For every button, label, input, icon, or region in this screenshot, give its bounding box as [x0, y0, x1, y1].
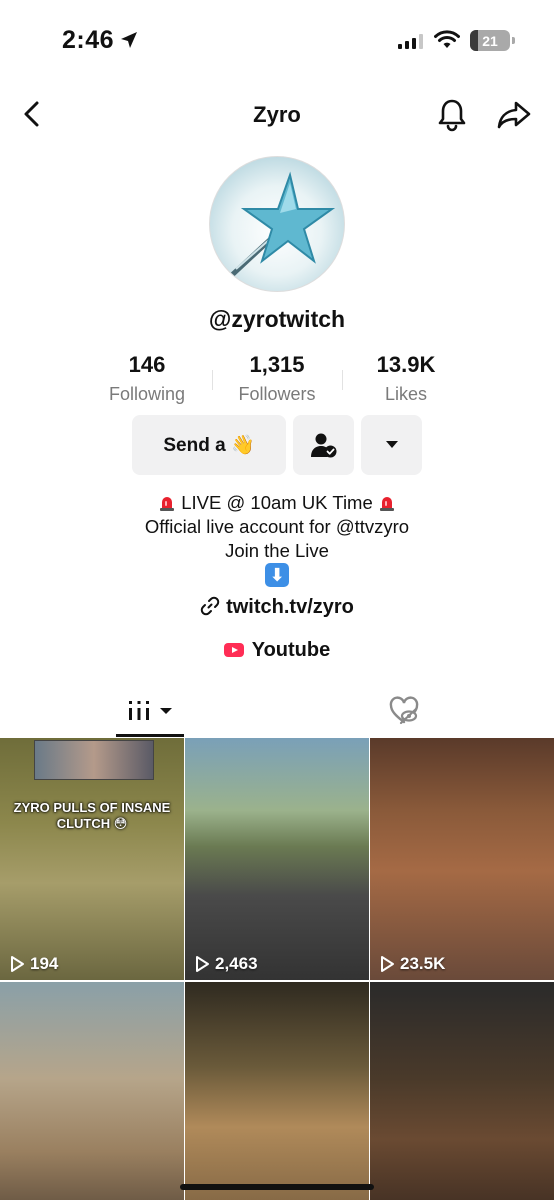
- battery-cap: [512, 37, 515, 44]
- stat-followers[interactable]: 1,315 Followers: [207, 352, 347, 405]
- link-icon: [200, 596, 220, 616]
- tab-videos[interactable]: [116, 686, 184, 736]
- profile-stats: 146 Following 1,315 Followers 13.9K Like…: [0, 352, 554, 412]
- video-tile[interactable]: [0, 982, 184, 1200]
- website-link[interactable]: twitch.tv/zyro: [0, 596, 554, 619]
- bio-line-live: LIVE @ 10am UK Time: [0, 491, 554, 515]
- avatar[interactable]: [209, 156, 345, 292]
- battery-percent: 21: [482, 32, 498, 49]
- send-wave-button[interactable]: Send a 👋: [132, 415, 286, 475]
- video-tile[interactable]: 2,463: [185, 738, 369, 980]
- video-tile[interactable]: [370, 982, 554, 1200]
- youtube-link[interactable]: Youtube: [0, 639, 554, 662]
- website-link-text: twitch.tv/zyro: [226, 596, 354, 618]
- following-count: 146: [128, 352, 166, 377]
- status-time: 2:46: [62, 26, 115, 54]
- star-logo-image: [230, 171, 336, 277]
- bio-live-text: LIVE @ 10am UK Time: [181, 492, 373, 513]
- view-count: 2,463: [193, 954, 258, 974]
- play-icon: [381, 956, 394, 972]
- view-count-text: 23.5K: [400, 954, 446, 973]
- battery-level-fill: [470, 30, 479, 51]
- profile-tabs: [0, 686, 554, 737]
- siren-emoji-icon: [379, 497, 394, 511]
- webcam-overlay: [34, 740, 154, 780]
- video-caption: ZYRO PULLS OF INSANE CLUTCH 😳: [13, 800, 171, 831]
- wifi-icon: [434, 30, 460, 48]
- video-tile[interactable]: [185, 982, 369, 1200]
- bio-line-official: Official live account for @ttvzyro: [144, 516, 410, 537]
- likes-label: Likes: [384, 384, 428, 404]
- bio: LIVE @ 10am UK Time Official live accoun…: [0, 491, 554, 587]
- user-check-icon: [310, 433, 336, 458]
- active-tab-indicator: [116, 734, 184, 737]
- video-grid: ZYRO PULLS OF INSANE CLUTCH 😳 194 2,463 …: [0, 738, 554, 1200]
- view-count-text: 2,463: [215, 954, 258, 973]
- down-arrow-emoji-icon: ⬇: [265, 563, 289, 587]
- profile-header: Zyro: [0, 90, 554, 140]
- grid-icon: [129, 701, 149, 720]
- view-count: 194: [8, 954, 58, 974]
- username: @zyrotwitch: [208, 306, 346, 332]
- youtube-icon: [223, 643, 244, 657]
- following-label: Following: [108, 384, 186, 404]
- followers-count: 1,315: [249, 352, 305, 377]
- cellular-signal-icon: [398, 33, 423, 49]
- likes-count: 13.9K: [376, 352, 436, 377]
- siren-emoji-icon: [160, 497, 175, 511]
- caret-down-icon: [160, 708, 172, 714]
- stat-following[interactable]: 146 Following: [77, 352, 217, 405]
- share-icon[interactable]: [496, 100, 532, 130]
- video-tile[interactable]: ZYRO PULLS OF INSANE CLUTCH 😳 194: [0, 738, 184, 980]
- bell-icon[interactable]: [436, 98, 468, 132]
- followers-label: Followers: [238, 384, 316, 404]
- more-options-button[interactable]: [361, 415, 422, 475]
- youtube-link-text: Youtube: [251, 639, 331, 661]
- bio-line-join: Join the Live: [225, 540, 329, 561]
- stat-likes: 13.9K Likes: [336, 352, 476, 405]
- view-count-text: 194: [30, 954, 59, 973]
- heart-eye-slash-icon[interactable]: [388, 696, 420, 726]
- view-count: 23.5K: [378, 954, 445, 974]
- status-bar: 2:46 21: [0, 0, 554, 84]
- play-icon: [11, 956, 24, 972]
- page-title: Zyro: [253, 102, 301, 127]
- bio-line-arrow: ⬇: [0, 563, 554, 587]
- location-arrow-icon: [121, 32, 137, 48]
- following-status-button[interactable]: [293, 415, 354, 475]
- home-indicator: [180, 1184, 374, 1190]
- play-icon: [196, 956, 209, 972]
- battery-indicator: 21: [470, 30, 510, 51]
- caret-down-icon: [385, 441, 398, 448]
- video-tile[interactable]: 23.5K: [370, 738, 554, 980]
